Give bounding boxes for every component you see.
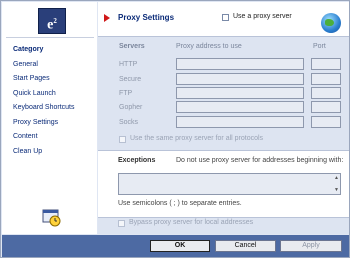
same-proxy-checkbox[interactable]: [119, 136, 126, 143]
sidebar-category-heading: Category: [13, 46, 44, 53]
socks-port-field[interactable]: [311, 116, 341, 128]
secure-port-field[interactable]: [311, 73, 341, 85]
gopher-label: Gopher: [119, 104, 143, 111]
sidebar-item-keyboard-shortcuts[interactable]: Keyboard Shortcuts: [13, 101, 74, 116]
port-column-heading: Port: [313, 43, 326, 50]
sidebar-item-clean-up[interactable]: Clean Up: [13, 145, 74, 160]
ok-button[interactable]: OK: [150, 240, 210, 252]
sidebar-item-start-pages[interactable]: Start Pages: [13, 72, 74, 87]
http-address-field[interactable]: [176, 58, 304, 70]
http-port-field[interactable]: [311, 58, 341, 70]
sidebar-item-general[interactable]: General: [13, 58, 74, 73]
secure-label: Secure: [119, 76, 142, 83]
exceptions-heading: Exceptions: [118, 157, 156, 164]
exceptions-hint: Use semicolons ( ; ) to separate entries…: [118, 200, 242, 207]
settings-panel: Proxy Settings Use a proxy server Server…: [98, 2, 349, 234]
arrow-icon: [104, 14, 110, 22]
use-proxy-checkbox[interactable]: [222, 14, 229, 21]
ftp-address-field[interactable]: [176, 87, 304, 99]
options-window: e2 Category General Start Pages Quick La…: [0, 0, 350, 258]
servers-heading: Servers: [119, 43, 145, 50]
sidebar: e2 Category General Start Pages Quick La…: [2, 2, 97, 234]
secure-address-field[interactable]: [176, 73, 304, 85]
page-title: Proxy Settings: [118, 13, 175, 22]
sidebar-item-quick-launch[interactable]: Quick Launch: [13, 87, 74, 102]
scroll-up-icon[interactable]: ▲: [334, 175, 339, 181]
clock-icon: [42, 209, 61, 227]
globe-icon: [321, 13, 341, 33]
gopher-port-field[interactable]: [311, 101, 341, 113]
cancel-button[interactable]: Cancel: [215, 240, 276, 252]
same-proxy-label[interactable]: Use the same proxy server for all protoc…: [130, 135, 263, 142]
socks-label: Socks: [119, 119, 139, 126]
sidebar-divider: [6, 37, 94, 38]
http-label: HTTP: [119, 61, 138, 68]
exceptions-textarea[interactable]: ▲ ▼: [118, 173, 341, 195]
sidebar-nav: Category General Start Pages Quick Launc…: [13, 43, 74, 159]
ftp-port-field[interactable]: [311, 87, 341, 99]
exceptions-description: Do not use proxy server for addresses be…: [176, 157, 344, 164]
apply-button[interactable]: Apply: [280, 240, 342, 252]
sidebar-item-proxy-settings[interactable]: Proxy Settings: [13, 116, 74, 131]
bypass-local-label[interactable]: Bypass proxy server for local addresses: [129, 219, 253, 226]
bypass-local-checkbox[interactable]: [118, 220, 125, 227]
panel-header: Proxy Settings Use a proxy server: [98, 2, 349, 37]
button-bar: OK Cancel Apply: [2, 235, 349, 257]
sidebar-item-content[interactable]: Content: [13, 130, 74, 145]
socks-address-field[interactable]: [176, 116, 304, 128]
ftp-label: FTP: [119, 90, 133, 97]
use-proxy-label[interactable]: Use a proxy server: [233, 13, 292, 20]
gopher-address-field[interactable]: [176, 101, 304, 113]
exceptions-panel: Exceptions Do not use proxy server for a…: [98, 150, 349, 218]
address-column-heading: Proxy address to use: [176, 43, 242, 50]
app-logo: e2: [38, 8, 66, 34]
scroll-down-icon[interactable]: ▼: [334, 187, 339, 193]
